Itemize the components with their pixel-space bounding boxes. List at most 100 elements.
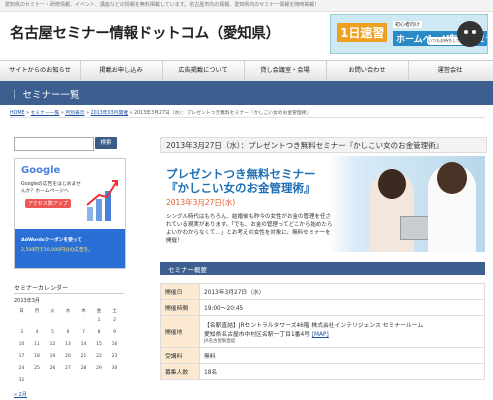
calendar-day[interactable]: 2 xyxy=(107,318,122,323)
weekday: 土 xyxy=(112,309,117,314)
calendar-week-row: 3456789 xyxy=(14,330,124,340)
calendar-week-row: 17 18 19 20 21 22 23 xyxy=(14,354,124,364)
site-title[interactable]: 名古屋セミナー情報ドットコム（愛知県） xyxy=(10,22,280,43)
section-head-overview: セミナー概要 xyxy=(160,262,485,275)
calendar-day[interactable]: 7 xyxy=(76,330,91,335)
calendar-day[interactable]: 9 xyxy=(107,330,122,335)
address-line2: 愛知県名古屋市中村区名駅一丁目1番4号 xyxy=(204,331,310,338)
calendar-day[interactable]: 21 xyxy=(76,354,91,359)
weekday: 日 xyxy=(19,309,24,314)
breadcrumb-month[interactable]: 月別表示 xyxy=(65,111,84,116)
calendar-day[interactable]: 22 xyxy=(92,354,107,359)
calendar-day[interactable]: 10 xyxy=(14,342,29,347)
google-logo: Google xyxy=(21,165,61,176)
calendar-day[interactable]: 26 xyxy=(45,366,60,371)
table-label: 開催日 xyxy=(160,283,200,300)
google-ad-coupon: AdWordsクーポンを使って 2,500円で10,000円分の広告を。 xyxy=(15,229,125,268)
table-value: 18名 xyxy=(199,363,485,380)
calendar-day[interactable]: 5 xyxy=(45,330,60,335)
post-title: 2013年3月27日（水）：プレゼントつき無料セミナー『かしこい女のお金管理術』 xyxy=(166,141,444,150)
table-row: 募集人数 18名 xyxy=(160,363,485,380)
calendar-week-row: 31 xyxy=(14,378,124,388)
hero-paragraph: シングル時代はもちろん、結婚後も昨今の女性がお金の管理を任されている現実がありま… xyxy=(166,214,333,244)
nav-item-news[interactable]: サイトからのお知らせ xyxy=(0,61,81,81)
cat-mascot-icon xyxy=(457,21,483,47)
top-tagline: 愛知県のセミナー・研修情報、イベント、講座などの情報を無料掲載しています。名古屋… xyxy=(5,2,320,8)
calendar-day[interactable]: 30 xyxy=(107,366,122,371)
calendar-day[interactable]: 15 xyxy=(92,342,107,347)
calendar-title: セミナーカレンダー xyxy=(14,283,124,294)
section-hero: ｜ セミナー一覧 xyxy=(0,81,493,105)
calendar-day[interactable]: 24 xyxy=(14,366,29,371)
weekday: 木 xyxy=(81,309,86,314)
hero-line2: 『かしこい女のお金管理術』 xyxy=(166,181,316,195)
calendar-day[interactable]: 14 xyxy=(76,342,91,347)
calendar-day[interactable]: 1 xyxy=(92,318,107,323)
nav-item-apply[interactable]: 掲載お申し込み xyxy=(80,61,163,81)
search-button[interactable]: 検索 xyxy=(95,137,117,149)
calendar-day[interactable]: 12 xyxy=(45,342,60,347)
weekday: 月 xyxy=(34,309,40,314)
address-line1: 【名駅直結】JRセントラルタワーズ46階 株式会社インテリジェンス セミナールー… xyxy=(204,322,424,329)
table-value: 2013年3月27日（水） xyxy=(199,283,485,300)
table-value-address: 【名駅直結】JRセントラルタワーズ46階 株式会社インテリジェンス セミナールー… xyxy=(199,315,485,348)
calendar-day[interactable]: 6 xyxy=(61,330,76,335)
search-input[interactable] xyxy=(14,137,94,151)
calendar-week-row: 10 11 12 13 14 15 16 xyxy=(14,342,124,352)
google-ad-coupon-line2: 2,500円で10,000円分の広告を。 xyxy=(21,248,94,253)
calendar-day[interactable]: 25 xyxy=(30,366,45,371)
nav-item-ads[interactable]: 広告掲載について xyxy=(162,61,245,81)
calendar-day[interactable]: 19 xyxy=(45,354,60,359)
calendar-prev-link[interactable]: « 2月 xyxy=(14,391,27,398)
breadcrumb-home[interactable]: HOME xyxy=(10,111,25,116)
calendar-day[interactable]: 17 xyxy=(14,354,29,359)
breadcrumb-date[interactable]: 2013年03月開催 xyxy=(91,111,129,116)
table-value: 19:00～20:45 xyxy=(199,299,485,316)
calendar-day[interactable]: 8 xyxy=(92,330,107,335)
calendar-day[interactable]: 4 xyxy=(30,330,45,335)
seminar-info-table: 開催日 2013年3月27日（水） 開催時間 19:00～20:45 開催地 【… xyxy=(160,283,485,380)
breadcrumb-current: 2013年3月27日（水）：プレゼントつき無料セミナー『かしこい女のお金管理術』 xyxy=(134,111,312,116)
calendar-day[interactable]: 16 xyxy=(107,342,122,347)
breadcrumb: HOME » セミナー一覧 » 月別表示 » 2013年03月開催 » 2013… xyxy=(10,109,311,116)
calendar-day[interactable]: 18 xyxy=(30,354,45,359)
nav-item-contact[interactable]: お問い合わせ xyxy=(326,61,409,81)
table-label: 受講料 xyxy=(160,347,200,364)
table-row: 開催時間 19:00～20:45 xyxy=(160,299,485,316)
weekday: 水 xyxy=(65,309,71,314)
nav-item-company[interactable]: 運営会社 xyxy=(408,61,492,81)
table-label: 開催地 xyxy=(160,315,200,348)
table-row: 開催日 2013年3月27日（水） xyxy=(160,283,485,300)
calendar-day[interactable]: 27 xyxy=(61,366,76,371)
table-label: 開催時間 xyxy=(160,299,200,316)
main-nav: サイトからのお知らせ 掲載お申し込み 広告掲載について 貸し会議室・会場 お問い… xyxy=(0,60,493,82)
breadcrumb-category[interactable]: セミナー一覧 xyxy=(31,111,60,116)
header-banner-ad[interactable]: 1日速習 初心者向け ホームページ制作セミナー いつもお待ちしております xyxy=(330,14,488,54)
post-title-box: 2013年3月27日（水）：プレゼントつき無料セミナー『かしこい女のお金管理術』 xyxy=(160,137,487,153)
address-note: JR名古屋駅直結 xyxy=(204,338,236,344)
calendar-week-row: 24 25 26 27 28 29 30 xyxy=(14,366,124,376)
hero-title: ｜ セミナー一覧 xyxy=(10,90,80,101)
weekday: 金 xyxy=(96,309,102,314)
calendar-day[interactable]: 23 xyxy=(107,354,122,359)
nav-item-venues[interactable]: 貸し会議室・会場 xyxy=(244,61,327,81)
calendar-day[interactable]: 11 xyxy=(30,342,45,347)
top-tagline-bar: 愛知県のセミナー・研修情報、イベント、講座などの情報を無料掲載しています。名古屋… xyxy=(0,0,493,12)
calendar-week-row: 12 xyxy=(14,318,124,328)
google-ad-coupon-line1: AdWordsクーポンを使って xyxy=(21,238,82,243)
calendar-day[interactable]: 3 xyxy=(14,330,29,335)
calendar-day[interactable]: 29 xyxy=(92,366,107,371)
calendar-day[interactable]: 28 xyxy=(76,366,91,371)
calendar-day[interactable]: 13 xyxy=(61,342,76,347)
google-adwords-ad[interactable]: Google Googleの広告をはじめませんか？ホームページへ アクセス数アッ… xyxy=(14,158,126,269)
calendar-day[interactable]: 20 xyxy=(61,354,76,359)
section-title: セミナー概要 xyxy=(168,266,207,274)
table-row: 受講料 無料 xyxy=(160,347,485,364)
calendar-month: 2013年3月 xyxy=(14,298,40,304)
banner-headline: 1日速習 xyxy=(337,23,388,42)
divider xyxy=(10,117,485,118)
calendar-day[interactable]: 31 xyxy=(14,378,29,383)
woman-photo-right xyxy=(428,162,476,252)
map-link[interactable]: [MAP] xyxy=(312,332,329,338)
banner-sub: 初心者向け xyxy=(393,21,423,28)
